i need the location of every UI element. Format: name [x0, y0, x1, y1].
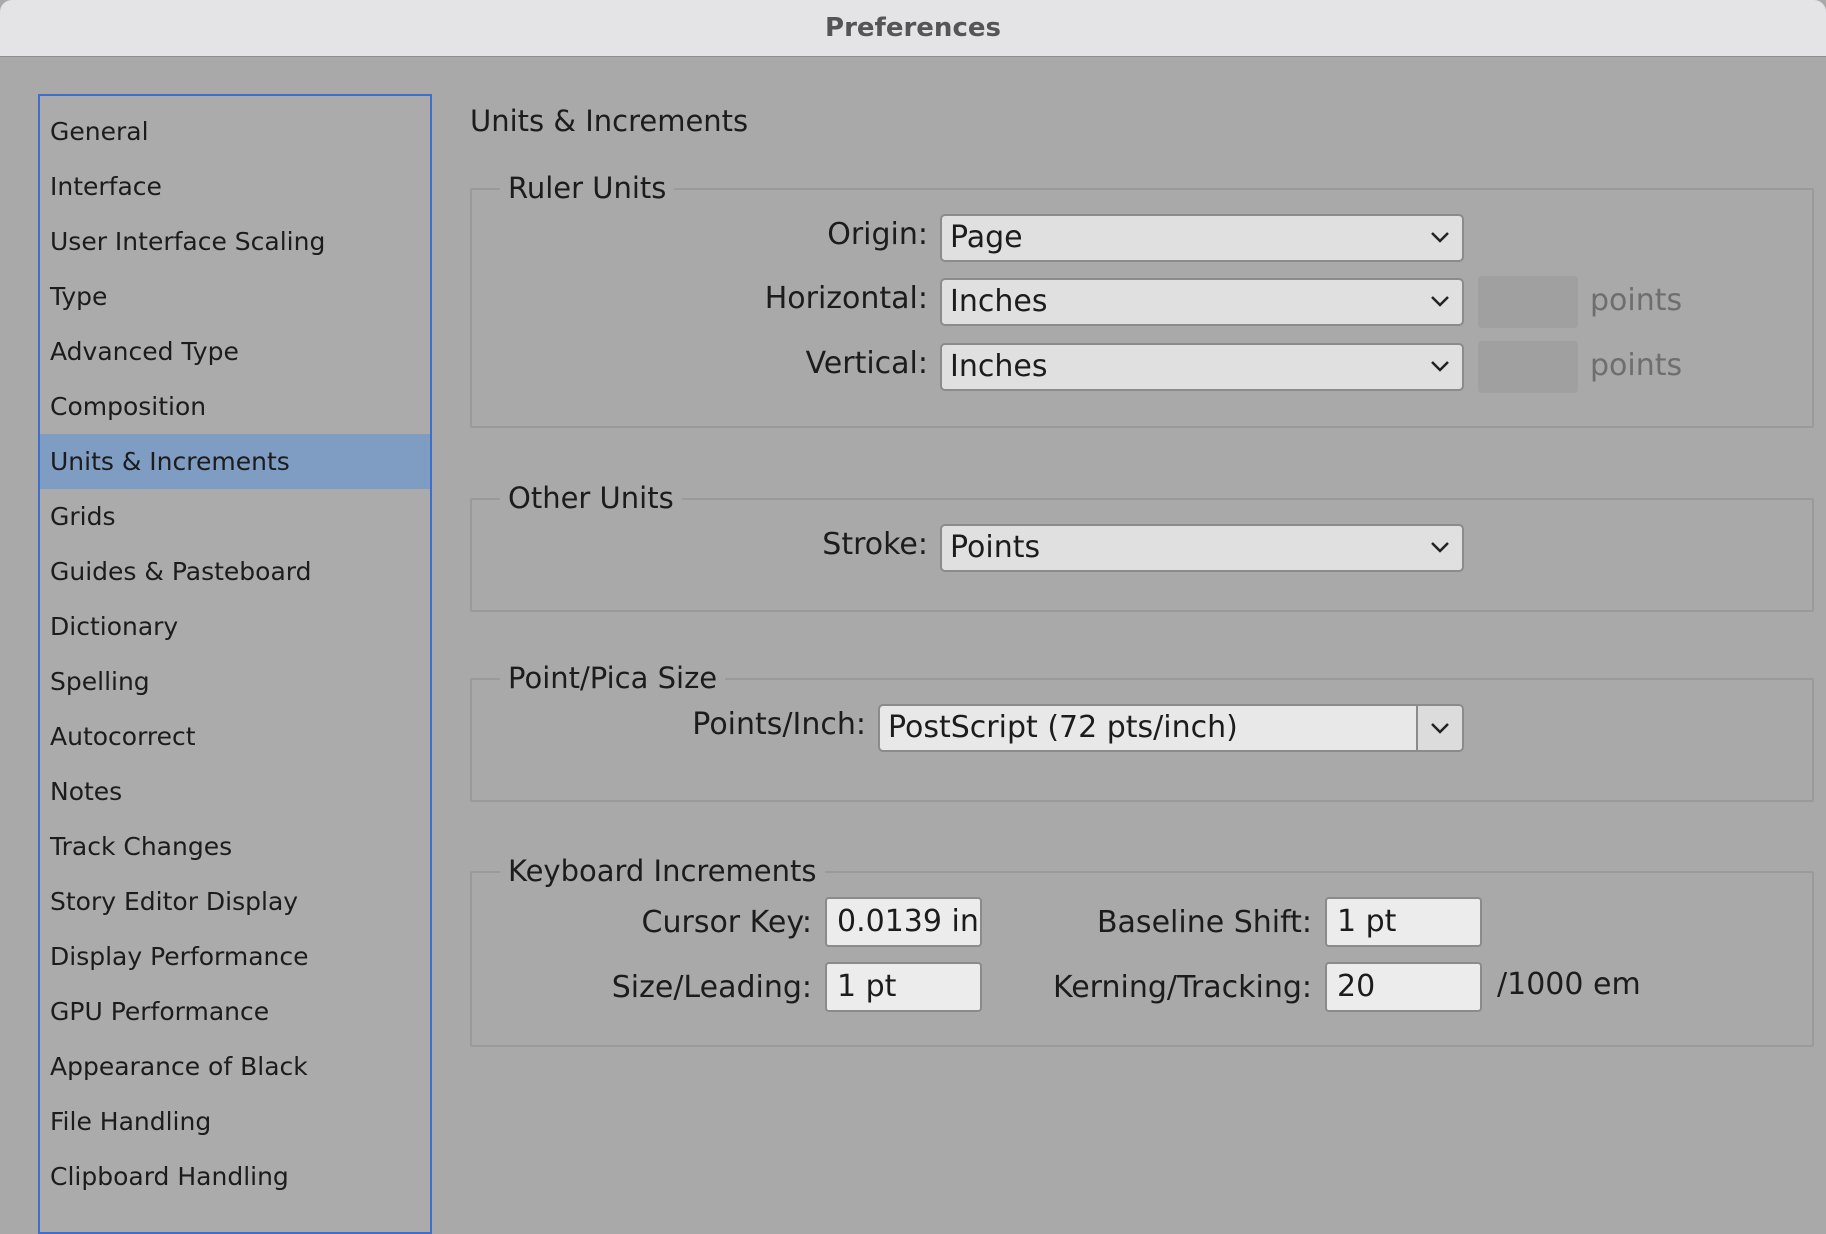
- horizontal-points-unit: points: [1590, 283, 1683, 318]
- horizontal-label: Horizontal:: [764, 281, 928, 316]
- sidebar-item-user-interface-scaling[interactable]: User Interface Scaling: [40, 214, 430, 269]
- chevron-down-icon: [1431, 542, 1449, 553]
- horizontal-points-field: [1478, 276, 1578, 328]
- stroke-label: Stroke:: [822, 527, 928, 562]
- kerning-tracking-label: Kerning/Tracking:: [1053, 970, 1312, 1005]
- chevron-down-icon: [1431, 723, 1449, 734]
- sidebar-item-file-handling[interactable]: File Handling: [40, 1094, 430, 1149]
- baseline-shift-input[interactable]: 1 pt: [1325, 897, 1482, 947]
- vertical-points-field: [1478, 341, 1578, 393]
- origin-label-text: Origin:: [827, 217, 928, 252]
- sidebar-item-general[interactable]: General: [40, 104, 430, 159]
- sidebar-item-gpu-performance[interactable]: GPU Performance: [40, 984, 430, 1039]
- cursor-key-label: Cursor Key:: [641, 905, 812, 940]
- baseline-shift-label: Baseline Shift:: [1096, 905, 1312, 940]
- cursor-key-input[interactable]: 0.0139 in: [825, 897, 982, 947]
- group-title: Ruler Units: [500, 169, 675, 207]
- preferences-sidebar[interactable]: General Interface User Interface Scaling…: [38, 94, 432, 1234]
- sidebar-item-clipboard-handling[interactable]: Clipboard Handling: [40, 1149, 430, 1204]
- preferences-content: Units & Increments Ruler Units Origin: P…: [470, 94, 1820, 1194]
- stroke-select[interactable]: Points: [940, 524, 1464, 572]
- chevron-down-icon: [1431, 296, 1449, 307]
- sidebar-item-track-changes[interactable]: Track Changes: [40, 819, 430, 874]
- points-inch-label: Points/Inch:: [692, 707, 866, 742]
- vertical-label: Vertical:: [805, 346, 928, 381]
- origin-value: Page: [950, 220, 1023, 255]
- sidebar-item-dictionary[interactable]: Dictionary: [40, 599, 430, 654]
- horizontal-value: Inches: [950, 284, 1048, 319]
- points-inch-dropdown-button[interactable]: [1416, 706, 1462, 750]
- points-inch-combo[interactable]: PostScript (72 pts/inch): [878, 704, 1464, 752]
- kerning-unit: /1000 em: [1497, 967, 1641, 1002]
- sidebar-item-composition[interactable]: Composition: [40, 379, 430, 434]
- chevron-down-icon: [1431, 232, 1449, 243]
- size-leading-label: Size/Leading:: [611, 970, 812, 1005]
- sidebar-item-notes[interactable]: Notes: [40, 764, 430, 819]
- chevron-down-icon: [1431, 361, 1449, 372]
- vertical-select[interactable]: Inches: [940, 343, 1464, 391]
- vertical-value: Inches: [950, 349, 1048, 384]
- sidebar-item-grids[interactable]: Grids: [40, 489, 430, 544]
- page-title: Units & Increments: [470, 104, 749, 138]
- sidebar-item-autocorrect[interactable]: Autocorrect: [40, 709, 430, 764]
- sidebar-item-units-increments[interactable]: Units & Increments: [40, 434, 430, 489]
- group-title: Point/Pica Size: [500, 659, 726, 697]
- sidebar-item-story-editor-display[interactable]: Story Editor Display: [40, 874, 430, 929]
- sidebar-item-appearance-of-black[interactable]: Appearance of Black: [40, 1039, 430, 1094]
- origin-select[interactable]: Page: [940, 214, 1464, 262]
- points-inch-value: PostScript (72 pts/inch): [888, 710, 1238, 745]
- horizontal-select[interactable]: Inches: [940, 278, 1464, 326]
- window-title: Preferences: [825, 13, 1001, 43]
- sidebar-item-guides-pasteboard[interactable]: Guides & Pasteboard: [40, 544, 430, 599]
- group-title: Other Units: [500, 479, 682, 517]
- kerning-tracking-input[interactable]: 20: [1325, 962, 1482, 1012]
- sidebar-item-spelling[interactable]: Spelling: [40, 654, 430, 709]
- sidebar-item-interface[interactable]: Interface: [40, 159, 430, 214]
- group-title: Keyboard Increments: [500, 852, 825, 890]
- size-leading-input[interactable]: 1 pt: [825, 962, 982, 1012]
- stroke-value: Points: [950, 530, 1041, 565]
- sidebar-item-display-performance[interactable]: Display Performance: [40, 929, 430, 984]
- vertical-points-unit: points: [1590, 348, 1683, 383]
- sidebar-item-advanced-type[interactable]: Advanced Type: [40, 324, 430, 379]
- sidebar-item-type[interactable]: Type: [40, 269, 430, 324]
- title-bar: Preferences: [0, 0, 1826, 57]
